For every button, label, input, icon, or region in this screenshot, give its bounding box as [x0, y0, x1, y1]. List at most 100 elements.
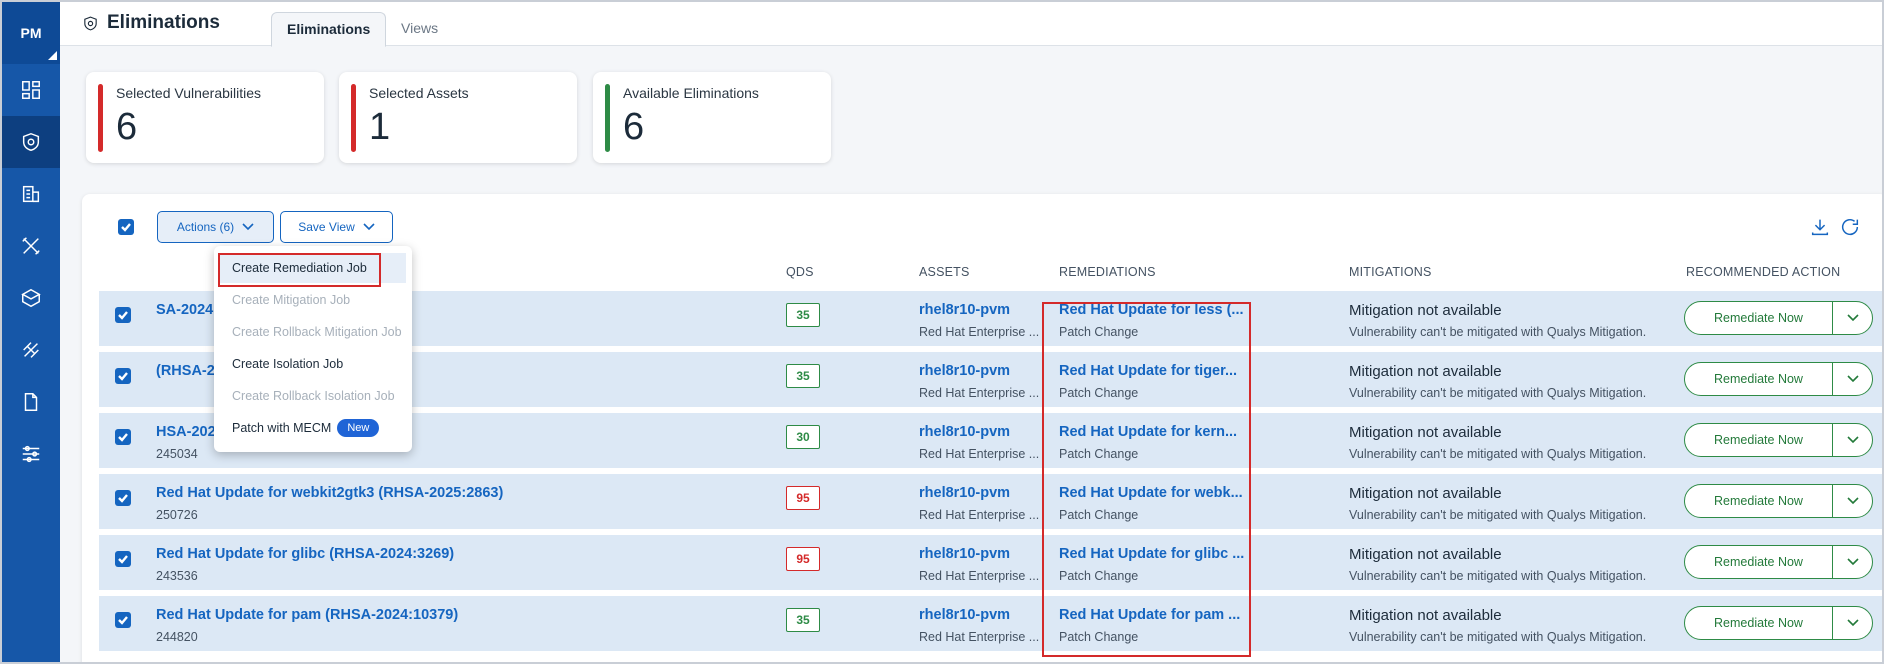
card-value: 6 [116, 106, 138, 148]
remediate-options-button[interactable] [1832, 363, 1872, 395]
menu-create-rollback-mitigation-job[interactable]: Create Rollback Mitigation Job [214, 317, 412, 347]
remediate-now-button[interactable]: Remediate Now [1685, 424, 1832, 456]
asset-os: Red Hat Enterprise ... [919, 569, 1040, 583]
menu-create-mitigation-job[interactable]: Create Mitigation Job [214, 285, 412, 315]
actions-button[interactable]: Actions (6) [157, 211, 274, 243]
asset-link[interactable]: rhel8r10-pvm [919, 546, 1010, 562]
user-menu[interactable]: PM [2, 2, 60, 64]
col-mitigations[interactable]: MITIGATIONS [1349, 265, 1432, 279]
nav-dashboard-icon[interactable] [2, 64, 60, 116]
card-label: Selected Assets [369, 85, 469, 101]
save-view-button[interactable]: Save View [280, 211, 393, 243]
card-value: 1 [369, 106, 391, 148]
row-checkbox[interactable] [115, 307, 131, 323]
menu-create-remediation-job[interactable]: Create Remediation Job [218, 253, 406, 287]
nav-package-icon[interactable] [2, 272, 60, 324]
menu-corner-icon [48, 51, 57, 60]
mitigation-detail: Vulnerability can't be mitigated with Qu… [1349, 386, 1647, 400]
menu-item-label: Create Isolation Job [232, 357, 344, 371]
remediate-now-button[interactable]: Remediate Now [1685, 607, 1832, 639]
remediate-options-button[interactable] [1832, 485, 1872, 517]
row-checkbox[interactable] [115, 368, 131, 384]
vulnerability-title[interactable]: Red Hat Update for webkit2gtk3 (RHSA-202… [156, 485, 503, 501]
chevron-down-icon [1846, 314, 1859, 322]
asset-link[interactable]: rhel8r10-pvm [919, 485, 1010, 501]
mitigation-status: Mitigation not available [1349, 485, 1502, 502]
vulnerability-title[interactable]: Red Hat Update for pam (RHSA-2024:10379) [156, 607, 458, 623]
page-title: Eliminations [82, 12, 220, 34]
nav-document-icon[interactable] [2, 376, 60, 428]
status-bar [98, 84, 103, 152]
remediations-highlight-box [1042, 302, 1251, 657]
card-label: Available Eliminations [623, 85, 759, 101]
row-checkbox[interactable] [115, 551, 131, 567]
selected-assets-card: Selected Assets 1 [339, 72, 577, 163]
mitigation-status: Mitigation not available [1349, 302, 1502, 319]
remediate-options-button[interactable] [1832, 424, 1872, 456]
qds-badge: 35 [786, 303, 820, 327]
remediate-now-button[interactable]: Remediate Now [1685, 485, 1832, 517]
row-checkbox[interactable] [115, 612, 131, 628]
asset-link[interactable]: rhel8r10-pvm [919, 363, 1010, 379]
col-recommended-action[interactable]: RECOMMENDED ACTION [1686, 265, 1840, 279]
table-row[interactable]: Red Hat Update for webkit2gtk3 (RHSA-202… [99, 474, 1882, 532]
mitigation-status: Mitigation not available [1349, 363, 1502, 380]
vulnerability-id: 245034 [156, 447, 198, 461]
qds-badge: 30 [786, 425, 820, 449]
remediate-now-button[interactable]: Remediate Now [1685, 302, 1832, 334]
vulnerability-id: 250726 [156, 508, 198, 522]
asset-link[interactable]: rhel8r10-pvm [919, 607, 1010, 623]
remediate-options-button[interactable] [1832, 607, 1872, 639]
chevron-down-icon [242, 223, 254, 231]
refresh-icon[interactable] [1839, 216, 1861, 243]
card-value: 6 [623, 106, 645, 148]
nav-eliminations-icon[interactable] [2, 116, 60, 168]
new-badge: New [337, 419, 380, 437]
status-bar [605, 84, 610, 152]
col-qds[interactable]: QDS [786, 265, 814, 279]
remediate-now-split-button: Remediate Now [1684, 423, 1873, 457]
remediate-options-button[interactable] [1832, 546, 1872, 578]
vulnerability-title[interactable]: Red Hat Update for glibc (RHSA-2024:3269… [156, 546, 454, 562]
save-view-label: Save View [298, 220, 355, 234]
table-row[interactable]: Red Hat Update for glibc (RHSA-2024:3269… [99, 535, 1882, 593]
nav-tools-icon[interactable] [2, 220, 60, 272]
menu-item-label: Create Mitigation Job [232, 293, 351, 307]
col-remediations[interactable]: REMEDIATIONS [1059, 265, 1156, 279]
select-all-checkbox[interactable] [118, 219, 134, 235]
available-eliminations-card: Available Eliminations 6 [593, 72, 831, 163]
chevron-down-icon [1846, 375, 1859, 383]
qds-badge: 95 [786, 547, 820, 571]
tab-views[interactable]: Views [386, 12, 453, 47]
remediate-now-button[interactable]: Remediate Now [1685, 363, 1832, 395]
eliminations-icon [84, 16, 97, 30]
menu-create-rollback-isolation-job[interactable]: Create Rollback Isolation Job [214, 381, 412, 411]
nav-settings-icon[interactable] [2, 428, 60, 480]
asset-link[interactable]: rhel8r10-pvm [919, 302, 1010, 318]
mitigation-detail: Vulnerability can't be mitigated with Qu… [1349, 569, 1647, 583]
mitigation-detail: Vulnerability can't be mitigated with Qu… [1349, 447, 1647, 461]
actions-label: Actions (6) [176, 220, 235, 234]
remediate-now-split-button: Remediate Now [1684, 362, 1873, 396]
menu-patch-with-mecm[interactable]: Patch with MECM New [214, 413, 412, 443]
remediate-options-button[interactable] [1832, 302, 1872, 334]
main-content: Eliminations Eliminations Views Selected… [60, 2, 1882, 662]
nav-patch-icon[interactable] [2, 324, 60, 376]
menu-create-isolation-job[interactable]: Create Isolation Job [214, 349, 412, 379]
menu-item-label: Create Rollback Mitigation Job [232, 325, 402, 339]
remediate-now-button[interactable]: Remediate Now [1685, 546, 1832, 578]
qds-badge: 35 [786, 608, 820, 632]
download-icon[interactable] [1809, 216, 1831, 243]
selected-vulnerabilities-card: Selected Vulnerabilities 6 [86, 72, 324, 163]
status-bar [351, 84, 356, 152]
asset-os: Red Hat Enterprise ... [919, 447, 1040, 461]
mitigation-status: Mitigation not available [1349, 607, 1502, 624]
row-checkbox[interactable] [115, 429, 131, 445]
col-assets[interactable]: ASSETS [919, 265, 970, 279]
table-row[interactable]: Red Hat Update for pam (RHSA-2024:10379)… [99, 596, 1882, 654]
nav-building-icon[interactable] [2, 168, 60, 220]
qds-badge: 95 [786, 486, 820, 510]
tab-eliminations[interactable]: Eliminations [271, 12, 387, 47]
asset-link[interactable]: rhel8r10-pvm [919, 424, 1010, 440]
row-checkbox[interactable] [115, 490, 131, 506]
